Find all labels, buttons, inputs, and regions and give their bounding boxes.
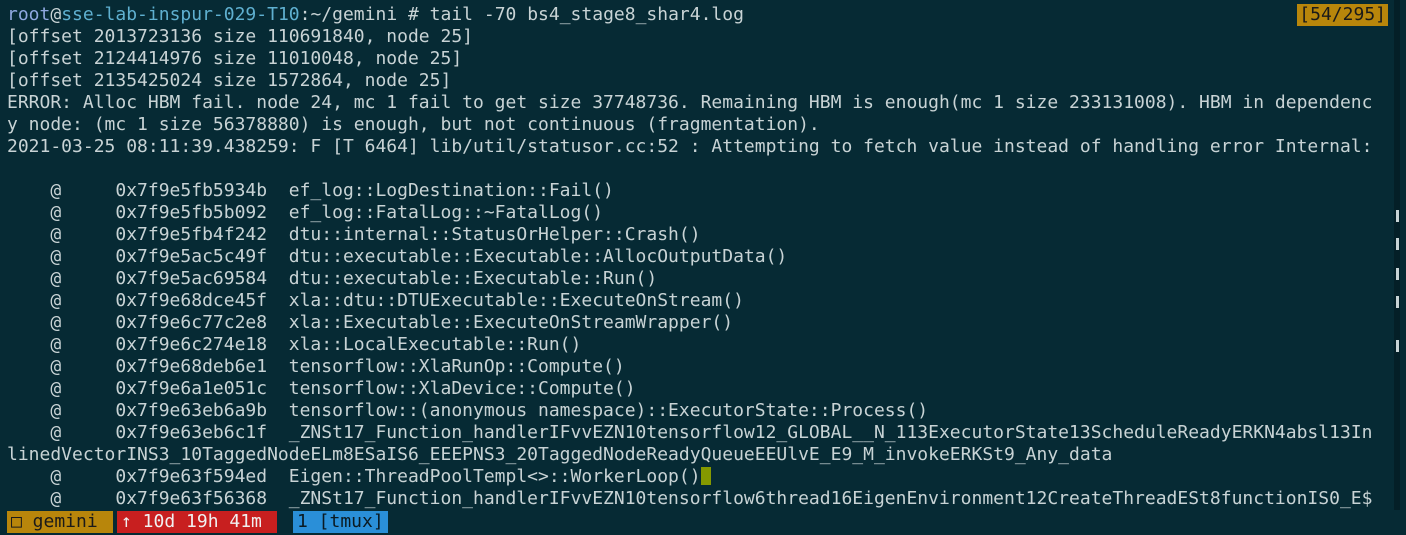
terminal-pane[interactable]: root@sse-lab-inspur-029-T10:~/gemini # t… [0, 0, 1400, 510]
log-line: @ 0x7f9e6a1e051c tensorflow::XlaDevice::… [7, 378, 636, 399]
log-line: @ 0x7f9e68deb6e1 tensorflow::XlaRunOp::C… [7, 356, 625, 377]
prompt-user: root [7, 4, 51, 25]
log-line: @ 0x7f9e6c77c2e8 xla::Executable::Execut… [7, 312, 734, 333]
log-line: [offset 2135425024 size 1572864, node 25… [7, 70, 452, 91]
window-tab[interactable]: 1 [tmux] [293, 511, 388, 533]
log-line: @ 0x7f9e5fb5b092 ef_log::FatalLog::~Fata… [7, 202, 604, 223]
log-line: 2021-03-25 08:11:39.438259: F [T 6464] l… [7, 136, 1373, 157]
prompt-path: :~/gemini # [299, 4, 430, 25]
scroll-position-indicator: [54/295] [1297, 4, 1388, 26]
log-line: [offset 2013723136 size 110691840, node … [7, 26, 473, 47]
log-line: ERROR: Alloc HBM fail. node 24, mc 1 fai… [7, 92, 1373, 113]
log-line: linedVectorINS3_10TaggedNodeELm8ESaIS6_E… [7, 444, 1113, 465]
log-line: y node: (mc 1 size 56378880) is enough, … [7, 114, 820, 135]
log-line: @ 0x7f9e63f56368 _ZNSt17_Function_handle… [7, 488, 1373, 509]
text-cursor [700, 467, 711, 485]
log-line: @ 0x7f9e6c274e18 xla::LocalExecutable::R… [7, 334, 582, 355]
tmux-status-bar: □ gemini ↑ 10d 19h 41m 1 [tmux] [0, 510, 1406, 535]
log-line: @ 0x7f9e63eb6a9b tensorflow::(anonymous … [7, 400, 929, 421]
log-line: @ 0x7f9e5fb5934b ef_log::LogDestination:… [7, 180, 614, 201]
prompt-line: root@sse-lab-inspur-029-T10:~/gemini # t… [7, 4, 744, 26]
log-line: @ 0x7f9e5ac69584 dtu::executable::Execut… [7, 268, 658, 289]
log-line: @ 0x7f9e63f594ed Eigen::ThreadPoolTempl<… [7, 466, 711, 488]
log-line: @ 0x7f9e5ac5c49f dtu::executable::Execut… [7, 246, 788, 267]
terminal-window[interactable]: root@sse-lab-inspur-029-T10:~/gemini # t… [0, 0, 1406, 535]
pane-edge-marks [1394, 190, 1400, 370]
uptime-indicator: ↑ 10d 19h 41m [117, 511, 277, 533]
session-name[interactable]: □ gemini [7, 511, 113, 533]
log-line: @ 0x7f9e5fb4f242 dtu::internal::StatusOr… [7, 224, 701, 245]
log-line: @ 0x7f9e63eb6c1f _ZNSt17_Function_handle… [7, 422, 1373, 443]
log-line: @ 0x7f9e68dce45f xla::dtu::DTUExecutable… [7, 290, 744, 311]
log-line: [offset 2124414976 size 11010048, node 2… [7, 48, 463, 69]
prompt-host: sse-lab-inspur-029-T10 [61, 4, 300, 25]
prompt-at: @ [50, 4, 62, 25]
command-text: tail -70 bs4_stage8_shar4.log [429, 4, 744, 25]
